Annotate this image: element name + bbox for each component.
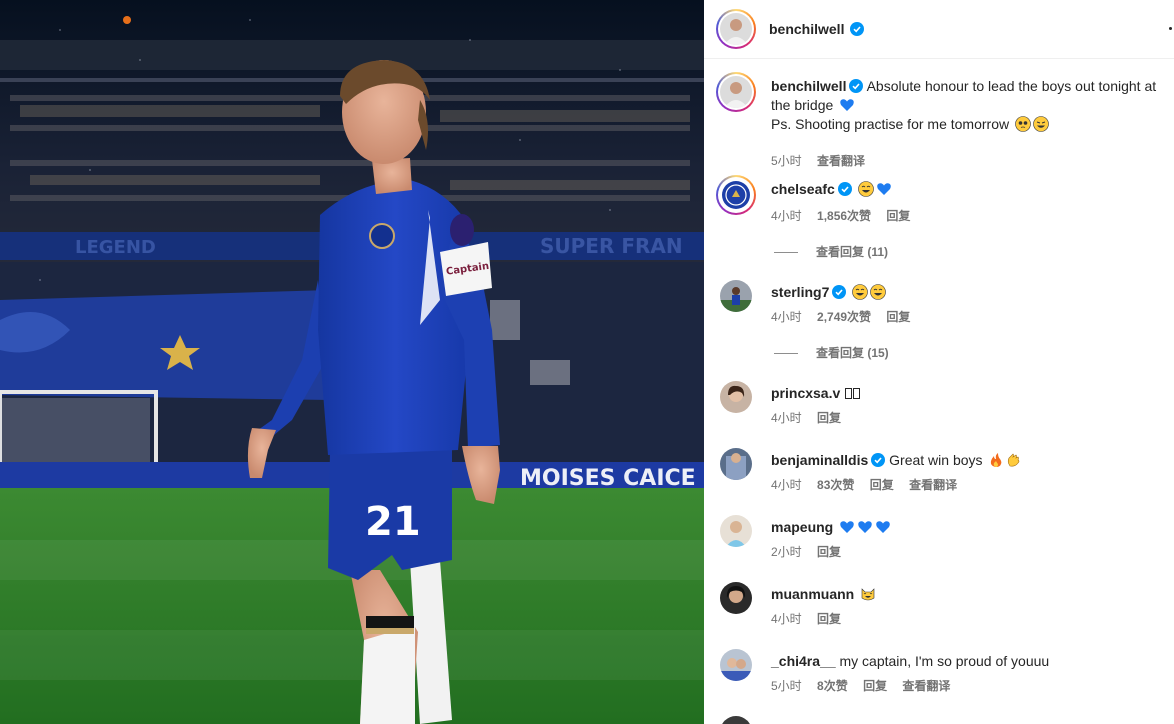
comment-translate-link[interactable]: 查看翻译 [902,679,950,693]
comment-time: 4小时 [771,310,802,324]
comment-avatar[interactable] [716,175,756,215]
verified-badge-icon [832,285,847,299]
grin-sweat-icon [857,181,874,197]
caption-text-line2: Ps. Shooting practise for me tomorrow [771,116,1010,132]
blue-heart-icon [840,99,854,111]
author-avatar[interactable] [716,9,756,49]
verified-badge-icon [871,453,886,467]
comment-avatar[interactable] [720,448,752,480]
comment-username[interactable]: chelseafc [771,181,835,197]
verified-badge-icon [849,79,864,93]
fire-icon [991,453,1002,467]
blue-heart-icon [858,521,872,533]
comment-avatar[interactable] [720,582,752,614]
comment-likes[interactable]: 2,749次赞 [817,310,871,324]
comment-avatar[interactable] [720,280,752,312]
comment-text: my captain, I'm so proud of youuu [839,653,1050,669]
comment-username[interactable]: benjaminalldis [771,452,868,468]
comment-time: 4小时 [771,478,802,492]
rolling-laugh-icon [1033,116,1049,132]
caption-avatar[interactable] [716,72,756,112]
comment-likes[interactable]: 1,856次赞 [817,209,871,223]
blue-heart-icon [876,521,890,533]
comment-username[interactable]: muanmuann [771,586,854,602]
view-replies-label: 查看回复 (11) [816,245,889,259]
comment-text: Great win boys [889,452,983,468]
comment-time: 2小时 [771,545,802,559]
verified-badge-icon [850,22,864,36]
comment-username[interactable]: princxsa.v [771,385,840,401]
cat-grin-icon [861,588,875,601]
caption-time: 5小时 [771,154,802,168]
verified-badge-icon [837,182,852,196]
post-photo: LEGEND SUPER FRAN MOISES CAICE 21 Captai… [0,0,704,724]
blue-heart-icon [840,521,854,533]
comment-time: 4小时 [771,612,802,626]
next-comment-avatar[interactable] [720,716,752,724]
post-photo-scene: LEGEND SUPER FRAN MOISES CAICE 21 Captai… [0,0,704,724]
comment-reply-button[interactable]: 回复 [817,411,841,425]
comment-time: 4小时 [771,411,802,425]
comment-username[interactable]: _chi4ra__ [771,653,836,669]
board-right-text: SUPER FRAN [540,234,683,258]
grin-sweat-icon [870,284,887,300]
header-username[interactable]: benchilwell [769,21,844,37]
comment-likes[interactable]: 8次赞 [817,679,848,693]
comment-time: 4小时 [771,209,802,223]
comment-reply-button[interactable]: 回复 [817,612,841,626]
comment-reply-button[interactable]: 回复 [863,679,887,693]
clap-icon [1008,453,1020,467]
comment-likes[interactable]: 83次赞 [817,478,854,492]
missing-glyph-icon [853,388,861,399]
comment-username[interactable]: mapeung [771,519,833,535]
comment-avatar[interactable] [720,381,752,413]
comment-reply-button[interactable]: 回复 [870,478,894,492]
comment-avatar[interactable] [720,515,752,547]
view-replies-button[interactable]: 查看回复 (11) [774,243,888,260]
pleading-face-icon [1015,116,1031,132]
more-options-icon[interactable] [1169,27,1172,30]
board-bottom-text: MOISES CAICE [520,466,696,491]
caption-username[interactable]: benchilwell [771,78,846,94]
comment-reply-button[interactable]: 回复 [817,545,841,559]
comment-translate-link[interactable]: 查看翻译 [909,478,957,492]
view-replies-button[interactable]: 查看回复 (15) [774,344,889,361]
view-replies-label: 查看回复 (15) [816,346,889,360]
author-avatar-photo [720,13,752,45]
comment-reply-button[interactable]: 回复 [886,310,910,324]
shorts-number: 21 [365,499,421,545]
comments-panel: benchilwell benchilwell Absolute honour … [704,0,1174,724]
comment-avatar[interactable] [720,649,752,681]
comment-list: benchilwell Absolute honour to lead the … [704,60,1174,724]
grin-sweat-icon [852,284,869,300]
comment-username[interactable]: sterling7 [771,284,829,300]
stadium-light [123,16,131,24]
caption-translate-link[interactable]: 查看翻译 [817,154,865,168]
comment-time: 5小时 [771,679,802,693]
comment-reply-button[interactable]: 回复 [886,209,910,223]
post-header: benchilwell [704,0,1174,59]
blue-heart-icon [876,183,891,195]
board-left-text: LEGEND [75,237,156,258]
missing-glyph-icon [845,388,853,399]
